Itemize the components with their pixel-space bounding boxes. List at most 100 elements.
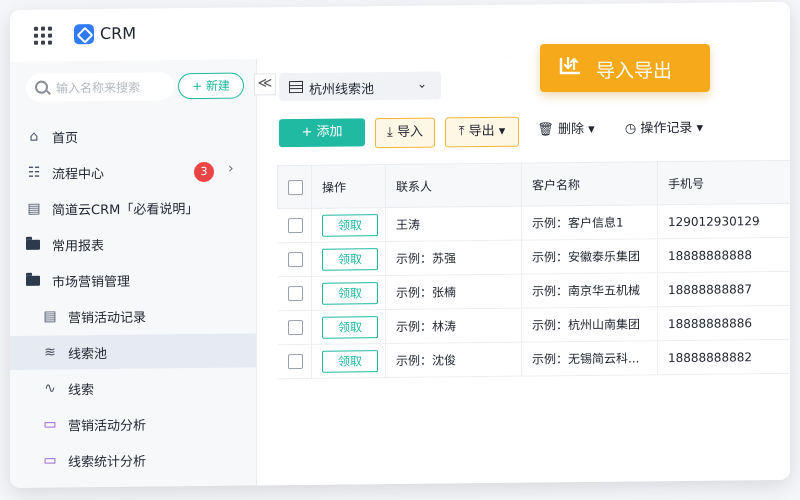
select-all-checkbox[interactable] xyxy=(288,179,303,195)
collapse-sidebar-button[interactable]: ≪ xyxy=(254,73,276,96)
contact-cell: 示例：张楠 xyxy=(385,274,522,310)
caret-down-icon: ▾ xyxy=(494,123,506,139)
sidebar-item-label: 营销活动记录 xyxy=(68,310,147,327)
sidebar-item-label: 流程中心 xyxy=(52,167,105,183)
pool-icon: ≋ xyxy=(44,344,56,361)
column-header: 客户名称 xyxy=(521,161,658,207)
claim-button[interactable]: 领取 xyxy=(322,315,378,339)
operation-log-button[interactable]: ◷ 操作记录 ▾ xyxy=(619,115,709,144)
main-content: 杭州线索池 ⌄ + 添加 ⤓ 导入 ⤒ 导出 ▾ 🗑 删除 ▾ ◷ 操作记录 ▾… xyxy=(257,53,790,486)
import-export-icon xyxy=(559,56,581,75)
select-all-cell xyxy=(277,165,312,209)
row-select-cell xyxy=(277,276,312,311)
sidebar-item-lead-stats[interactable]: ▭ 线索统计分析 xyxy=(10,441,256,478)
row-checkbox[interactable] xyxy=(287,319,303,336)
claim-button[interactable]: 领取 xyxy=(322,349,378,373)
customer-cell: 示例：安徽泰乐集团 xyxy=(521,238,658,275)
sidebar-item-label: 营销活动分析 xyxy=(68,418,147,435)
phone-cell: 18888888888 xyxy=(657,237,790,273)
phone-cell: 18888888887 xyxy=(657,271,790,307)
document-icon: ▤ xyxy=(27,200,41,217)
row-checkbox[interactable] xyxy=(287,353,303,370)
app-grid-icon[interactable] xyxy=(34,26,52,45)
phone-cell: 18888888886 xyxy=(657,305,790,341)
row-checkbox[interactable] xyxy=(287,217,303,234)
row-action-cell: 领取 xyxy=(311,241,386,277)
chevron-down-icon: ⌄ xyxy=(417,76,428,91)
chevron-right-icon[interactable]: › xyxy=(228,161,234,177)
sidebar-item-label: 线索统计分析 xyxy=(68,454,147,471)
column-header: 手机号 xyxy=(657,160,790,205)
export-label: 导出 xyxy=(468,123,495,140)
table-row[interactable]: 领取 示例：沈俊 示例：无锡简云科... 18888888882 xyxy=(277,339,790,379)
sidebar-item-reports[interactable]: 常用报表 xyxy=(10,225,256,262)
sidebar-item-leads[interactable]: ∿ 线索 xyxy=(10,369,256,406)
view-name: 杭州线索池 xyxy=(309,82,375,98)
import-button[interactable]: ⤓ 导入 xyxy=(375,117,435,149)
table-row[interactable]: 领取 示例：苏强 示例：安徽泰乐集团 18888888888 xyxy=(277,237,790,277)
sidebar-item-marketing[interactable]: 市场营销管理 xyxy=(10,261,256,298)
sidebar-item-guide[interactable]: ▤ 简道云CRM「必看说明」 xyxy=(10,189,256,226)
search-icon xyxy=(35,80,48,94)
claim-button[interactable]: 领取 xyxy=(322,213,378,237)
sidebar-item-lead-pool[interactable]: ≋ 线索池 xyxy=(10,333,256,370)
contact-cell: 王涛 xyxy=(385,206,522,242)
folder-icon xyxy=(26,237,42,253)
column-header: 操作 xyxy=(311,164,386,209)
import-icon: ⤓ xyxy=(387,124,397,141)
sidebar-item-label: 线索池 xyxy=(68,346,108,363)
sidebar-item-label: 线索 xyxy=(68,383,95,399)
search-box xyxy=(26,72,174,102)
row-checkbox[interactable] xyxy=(287,251,303,268)
sidebar-item-campaign-records[interactable]: ▤ 营销活动记录 xyxy=(10,297,256,334)
delete-button[interactable]: 🗑 删除 ▾ xyxy=(535,116,597,145)
view-selector[interactable]: 杭州线索池 ⌄ xyxy=(279,71,441,102)
customer-cell: 示例：无锡简云科... xyxy=(521,340,658,377)
phone-cell: 129012930129 xyxy=(657,203,790,239)
new-button[interactable]: + 新建 xyxy=(178,72,244,100)
sidebar-item-label: 市场营销管理 xyxy=(52,274,131,291)
export-button[interactable]: ⤒ 导出 ▾ xyxy=(445,116,519,148)
table-row[interactable]: 领取 王涛 示例：客户信息1 129012930129 xyxy=(277,203,790,243)
contact-cell: 示例：林涛 xyxy=(385,308,522,344)
sidebar-item-campaign-analysis[interactable]: ▭ 营销活动分析 xyxy=(10,405,256,442)
table-header-row: 操作 联系人 客户名称 手机号 xyxy=(277,160,790,209)
search-input[interactable] xyxy=(54,76,170,100)
import-export-badge[interactable]: 导入导出 xyxy=(540,44,710,92)
customer-cell: 示例：客户信息1 xyxy=(521,204,658,241)
row-select-cell xyxy=(277,242,312,277)
sidebar: + 新建 ⌂ 首页 ☷ 流程中心 3 › ▤ 简道云CRM「必看说明」 常用报表… xyxy=(10,59,257,488)
notification-badge: 3 xyxy=(194,161,214,183)
claim-button[interactable]: 领取 xyxy=(322,281,378,305)
row-select-cell xyxy=(277,208,312,243)
contact-cell: 示例：沈俊 xyxy=(385,342,522,378)
add-button[interactable]: + 添加 xyxy=(279,118,365,148)
customer-cell: 示例：南京华五机械 xyxy=(521,272,658,309)
sidebar-item-home[interactable]: ⌂ 首页 xyxy=(10,117,256,154)
claim-button[interactable]: 领取 xyxy=(322,247,378,271)
toolbar: + 添加 ⤓ 导入 ⤒ 导出 ▾ 🗑 删除 ▾ ◷ 操作记录 ▾ xyxy=(279,114,790,151)
caret-down-icon: ▾ xyxy=(583,121,595,137)
import-export-label: 导入导出 xyxy=(596,60,673,82)
row-checkbox[interactable] xyxy=(287,285,303,302)
row-action-cell: 领取 xyxy=(311,309,386,345)
chart-icon: ▭ xyxy=(43,452,57,469)
sidebar-item-workflow[interactable]: ☷ 流程中心 3 › xyxy=(10,153,256,190)
form-icon: ▤ xyxy=(43,308,57,325)
flow-icon: ☷ xyxy=(27,164,41,181)
table-row[interactable]: 领取 示例：林涛 示例：杭州山南集团 18888888886 xyxy=(277,305,790,345)
leads-icon: ∿ xyxy=(44,380,56,397)
lead-table: 操作 联系人 客户名称 手机号 领取 王涛 示例：客户信息1 129012930129… xyxy=(277,160,790,379)
phone-cell: 18888888882 xyxy=(657,339,790,375)
sidebar-item-label: 常用报表 xyxy=(52,239,105,255)
export-icon: ⤒ xyxy=(458,124,469,140)
crm-logo-icon xyxy=(74,24,94,45)
home-icon: ⌂ xyxy=(29,128,39,145)
clock-icon: ◷ xyxy=(624,121,641,137)
column-header: 联系人 xyxy=(385,163,522,208)
customer-cell: 示例：杭州山南集团 xyxy=(521,306,658,343)
table-row[interactable]: 领取 示例：张楠 示例：南京华五机械 18888888887 xyxy=(277,271,790,311)
row-select-cell xyxy=(277,344,312,379)
row-action-cell: 领取 xyxy=(311,275,386,311)
row-action-cell: 领取 xyxy=(311,343,386,379)
